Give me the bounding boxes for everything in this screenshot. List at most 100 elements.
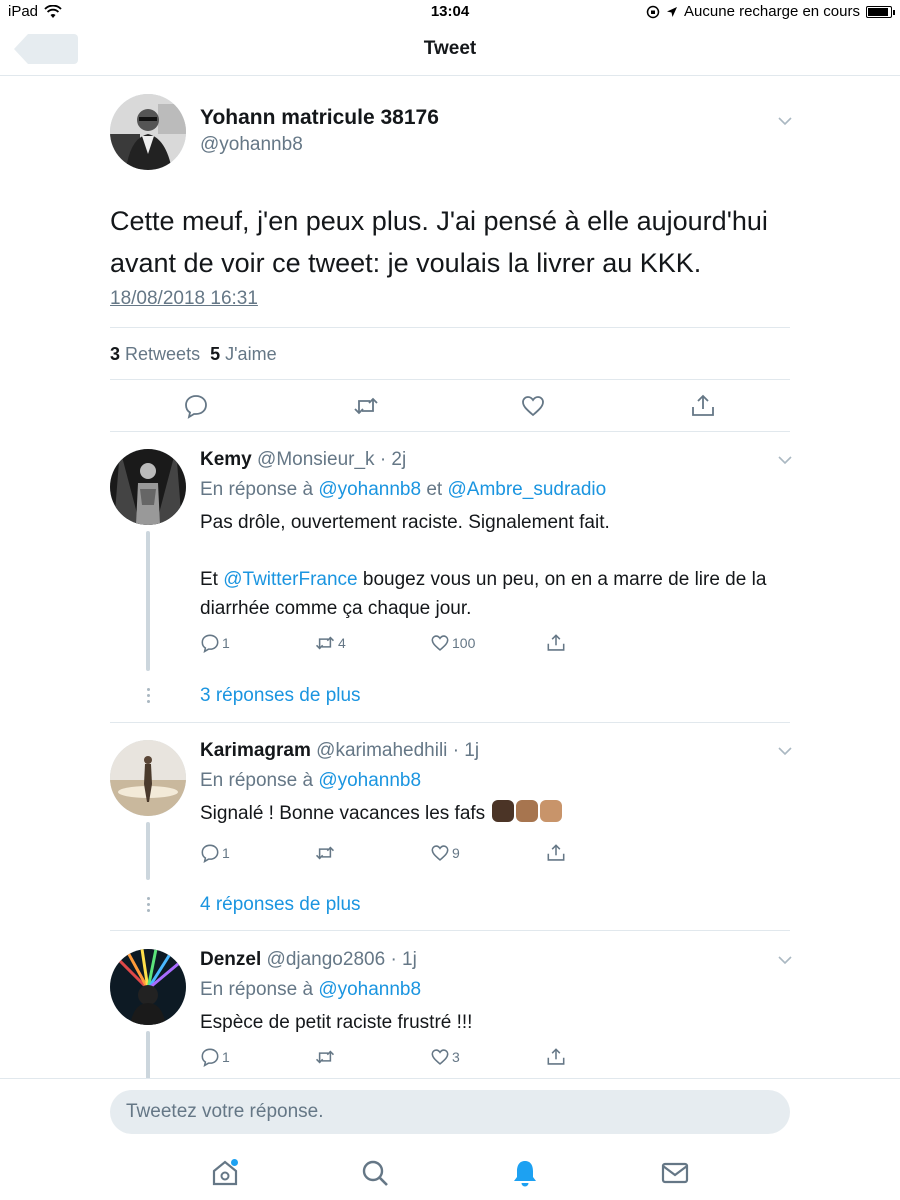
notifications-icon[interactable] <box>509 1157 541 1189</box>
author-name[interactable]: Karimagram <box>200 740 311 761</box>
like-count[interactable]: 5 <box>210 344 220 364</box>
share-button[interactable] <box>546 633 566 653</box>
reply-tweet[interactable]: Denzel @django2806 · 1j En réponse à @yo… <box>110 949 792 1081</box>
thread-dots <box>147 897 150 915</box>
reply-icon[interactable] <box>183 393 209 419</box>
like-icon <box>431 635 449 651</box>
author-handle[interactable]: @django2806 <box>267 949 386 970</box>
reply-text: Pas drôle, ouvertement raciste. Signalem… <box>200 512 767 619</box>
avatar[interactable] <box>110 449 186 525</box>
chevron-down-icon[interactable] <box>778 746 792 756</box>
raised-fist-medium-light-icon <box>540 800 563 822</box>
reply-icon <box>201 1048 219 1067</box>
mention-link[interactable]: @yohannb8 <box>318 479 421 500</box>
like-icon <box>431 845 449 861</box>
retweet-count[interactable]: 3 <box>110 344 120 364</box>
search-icon[interactable] <box>359 1157 391 1189</box>
mention-link[interactable]: @TwitterFrance <box>223 569 357 590</box>
more-replies-link[interactable]: 3 réponses de plus <box>200 685 361 707</box>
retweet-icon <box>315 636 335 650</box>
divider <box>110 930 790 931</box>
share-icon <box>547 634 565 651</box>
thread-line <box>146 1031 150 1081</box>
author-handle[interactable]: @yohannb8 <box>200 134 303 156</box>
tweet-stats: 3 Retweets 5 J'aime <box>110 344 277 365</box>
mention-link[interactable]: @Ambre_sudradio <box>448 479 607 500</box>
avatar[interactable] <box>110 949 186 1025</box>
reply-time: · 2j <box>379 449 407 470</box>
notification-dot <box>231 1159 238 1166</box>
chevron-down-icon[interactable] <box>778 116 792 126</box>
author-name[interactable]: Yohann matricule 38176 <box>200 106 439 130</box>
reply-actions: 1 9 <box>200 843 580 865</box>
like-button[interactable]: 100 <box>430 633 475 653</box>
retweet-icon[interactable] <box>353 393 379 419</box>
reply-actions: 1 3 <box>200 1047 580 1069</box>
in-reply-to: En réponse à @yohannb8 et @Ambre_sudradi… <box>200 479 607 500</box>
like-label[interactable]: J'aime <box>225 344 276 364</box>
thread-dots <box>147 688 150 706</box>
retweet-icon <box>315 1050 335 1064</box>
avatar[interactable] <box>110 94 186 170</box>
chevron-down-icon[interactable] <box>778 455 792 465</box>
reply-composer-bar <box>0 1078 900 1200</box>
nav-bar: Tweet <box>0 26 900 76</box>
mention-link[interactable]: @yohannb8 <box>318 770 421 791</box>
reply-tweet[interactable]: Karimagram @karimahedhili · 1j En répons… <box>110 740 792 931</box>
reply-button[interactable]: 1 <box>200 633 230 653</box>
author-handle[interactable]: @karimahedhili <box>316 740 447 761</box>
reply-time: · 1j <box>452 740 480 761</box>
rotation-lock-icon <box>646 5 660 18</box>
avatar[interactable] <box>110 740 186 816</box>
reply-button[interactable]: 1 <box>200 843 230 863</box>
divider <box>110 431 790 432</box>
reply-text: Espèce de petit raciste frustré !!! <box>200 1012 473 1033</box>
like-icon[interactable] <box>520 393 546 419</box>
reply-time: · 1j <box>390 949 417 970</box>
charging-status: Aucune recharge en cours <box>684 3 860 20</box>
share-icon <box>547 1048 565 1065</box>
like-icon <box>431 1049 449 1065</box>
in-reply-to: En réponse à @yohannb8 <box>200 770 422 791</box>
retweet-label[interactable]: Retweets <box>125 344 200 364</box>
share-button[interactable] <box>546 1047 566 1067</box>
retweet-button[interactable] <box>314 1047 336 1067</box>
retweet-button[interactable]: 4 <box>314 633 346 653</box>
raised-fist-dark-icon <box>492 800 515 822</box>
tweet-date[interactable]: 18/08/2018 16:31 <box>110 288 258 310</box>
reply-icon <box>201 634 219 653</box>
messages-icon[interactable] <box>659 1157 691 1189</box>
reply-button[interactable]: 1 <box>200 1047 230 1067</box>
author-handle[interactable]: @Monsieur_k <box>257 449 375 470</box>
author-name[interactable]: Denzel <box>200 949 261 970</box>
reply-header: Denzel @django2806 · 1j <box>200 949 417 971</box>
chevron-down-icon[interactable] <box>778 955 792 965</box>
retweet-button[interactable] <box>314 843 336 863</box>
reply-actions: 1 4 100 <box>200 633 580 655</box>
reply-text: Signalé ! Bonne vacances les fafs <box>200 799 790 828</box>
reply-input[interactable] <box>110 1090 790 1134</box>
reply-header: Kemy @Monsieur_k · 2j <box>200 449 406 471</box>
like-button[interactable]: 9 <box>430 843 460 863</box>
more-replies-link[interactable]: 4 réponses de plus <box>200 894 361 916</box>
battery-icon <box>866 5 895 18</box>
thread-line <box>146 531 150 671</box>
divider <box>110 379 790 380</box>
page-title: Tweet <box>423 38 477 59</box>
mention-link[interactable]: @yohannb8 <box>318 979 421 1000</box>
retweet-icon <box>315 846 335 860</box>
tab-bar <box>0 1157 900 1197</box>
reply-tweet[interactable]: Kemy @Monsieur_k · 2j En réponse à @yoha… <box>110 449 792 723</box>
reply-header: Karimagram @karimahedhili · 1j <box>200 740 479 762</box>
like-button[interactable]: 3 <box>430 1047 460 1067</box>
status-bar: iPad 13:04 Aucune recharge en cours <box>0 0 900 26</box>
author-name[interactable]: Kemy <box>200 449 252 470</box>
thread-line <box>146 822 150 880</box>
reply-icon <box>201 844 219 863</box>
divider <box>110 327 790 328</box>
divider <box>110 722 790 723</box>
share-icon[interactable] <box>690 393 716 419</box>
share-button[interactable] <box>546 843 566 863</box>
share-icon <box>547 844 565 861</box>
raised-fist-medium-icon <box>516 800 539 822</box>
